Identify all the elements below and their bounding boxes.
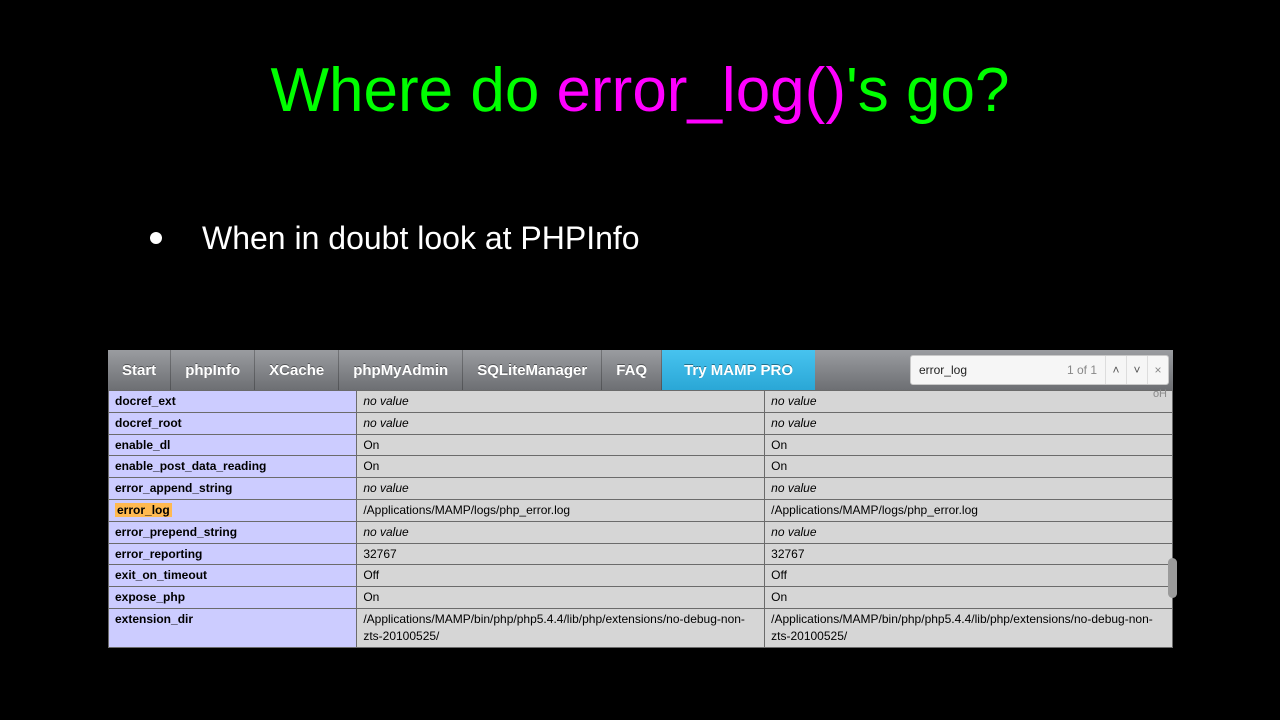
master-value: Off	[765, 565, 1173, 587]
directive-name: enable_post_data_reading	[109, 456, 357, 478]
local-value: 32767	[357, 543, 765, 565]
find-prev-button[interactable]: ˄	[1105, 356, 1126, 384]
directive-name: error_prepend_string	[109, 521, 357, 543]
directive-name: docref_ext	[109, 391, 357, 413]
chevron-down-icon: ˅	[1133, 363, 1140, 377]
directive-name: extension_dir	[109, 608, 357, 647]
local-value: On	[357, 456, 765, 478]
tab-phpmyadmin[interactable]: phpMyAdmin	[339, 350, 463, 390]
master-value: no value	[765, 412, 1173, 434]
table-row: docref_extno valueno value	[109, 391, 1173, 413]
directive-name: enable_dl	[109, 434, 357, 456]
table-row: error_log/Applications/MAMP/logs/php_err…	[109, 499, 1173, 521]
phpinfo-screenshot: Start phpInfo XCache phpMyAdmin SQLiteMa…	[108, 350, 1173, 648]
master-value: no value	[765, 391, 1173, 413]
table-row: docref_rootno valueno value	[109, 412, 1173, 434]
master-value: /Applications/MAMP/logs/php_error.log	[765, 499, 1173, 521]
find-highlight: error_log	[115, 503, 172, 517]
mamp-tabbar: Start phpInfo XCache phpMyAdmin SQLiteMa…	[108, 350, 1173, 390]
master-value: no value	[765, 478, 1173, 500]
title-fn: error_log()	[557, 56, 846, 125]
local-value: Off	[357, 565, 765, 587]
tab-try-mamp-pro[interactable]: Try MAMP PRO	[662, 350, 815, 390]
table-row: error_prepend_stringno valueno value	[109, 521, 1173, 543]
local-value: no value	[357, 521, 765, 543]
bullet-text: When in doubt look at PHPInfo	[202, 220, 640, 256]
local-value: no value	[357, 391, 765, 413]
directive-name: expose_php	[109, 587, 357, 609]
local-value: On	[357, 587, 765, 609]
find-query[interactable]: error_log	[911, 363, 1067, 377]
scrollbar-thumb[interactable]	[1168, 558, 1177, 598]
master-value: On	[765, 587, 1173, 609]
directive-name: docref_root	[109, 412, 357, 434]
local-value: no value	[357, 412, 765, 434]
bullet-dot-icon	[150, 232, 162, 244]
table-row: exit_on_timeoutOffOff	[109, 565, 1173, 587]
chevron-up-icon: ˄	[1112, 363, 1119, 377]
directive-name: error_reporting	[109, 543, 357, 565]
browser-find-bar: error_log 1 of 1 ˄ ˅ ×	[910, 355, 1169, 385]
tab-sqlitemanager[interactable]: SQLiteManager	[463, 350, 602, 390]
directive-name: error_append_string	[109, 478, 357, 500]
partial-text: oH	[1153, 388, 1167, 400]
local-value: On	[357, 434, 765, 456]
table-row: expose_phpOnOn	[109, 587, 1173, 609]
tab-phpinfo[interactable]: phpInfo	[171, 350, 255, 390]
find-close-button[interactable]: ×	[1147, 356, 1168, 384]
table-row: error_append_stringno valueno value	[109, 478, 1173, 500]
slide-title: Where do error_log()'s go?	[0, 0, 1280, 126]
master-value: /Applications/MAMP/bin/php/php5.4.4/lib/…	[765, 608, 1173, 647]
master-value: On	[765, 434, 1173, 456]
directive-name: error_log	[109, 499, 357, 521]
tab-start[interactable]: Start	[108, 350, 171, 390]
local-value: no value	[357, 478, 765, 500]
title-pre: Where do	[271, 56, 557, 125]
local-value: /Applications/MAMP/logs/php_error.log	[357, 499, 765, 521]
tab-faq[interactable]: FAQ	[602, 350, 662, 390]
master-value: On	[765, 456, 1173, 478]
table-row: enable_post_data_readingOnOn	[109, 456, 1173, 478]
master-value: no value	[765, 521, 1173, 543]
table-row: error_reporting3276732767	[109, 543, 1173, 565]
title-post: 's go?	[846, 56, 1010, 125]
table-row: extension_dir/Applications/MAMP/bin/php/…	[109, 608, 1173, 647]
close-icon: ×	[1154, 363, 1161, 377]
phpinfo-table: docref_extno valueno valuedocref_rootno …	[108, 390, 1173, 648]
local-value: /Applications/MAMP/bin/php/php5.4.4/lib/…	[357, 608, 765, 647]
table-row: enable_dlOnOn	[109, 434, 1173, 456]
tab-xcache[interactable]: XCache	[255, 350, 339, 390]
find-count: 1 of 1	[1067, 363, 1105, 377]
directive-name: exit_on_timeout	[109, 565, 357, 587]
bullet-item: When in doubt look at PHPInfo	[150, 220, 640, 257]
master-value: 32767	[765, 543, 1173, 565]
find-next-button[interactable]: ˅	[1126, 356, 1147, 384]
